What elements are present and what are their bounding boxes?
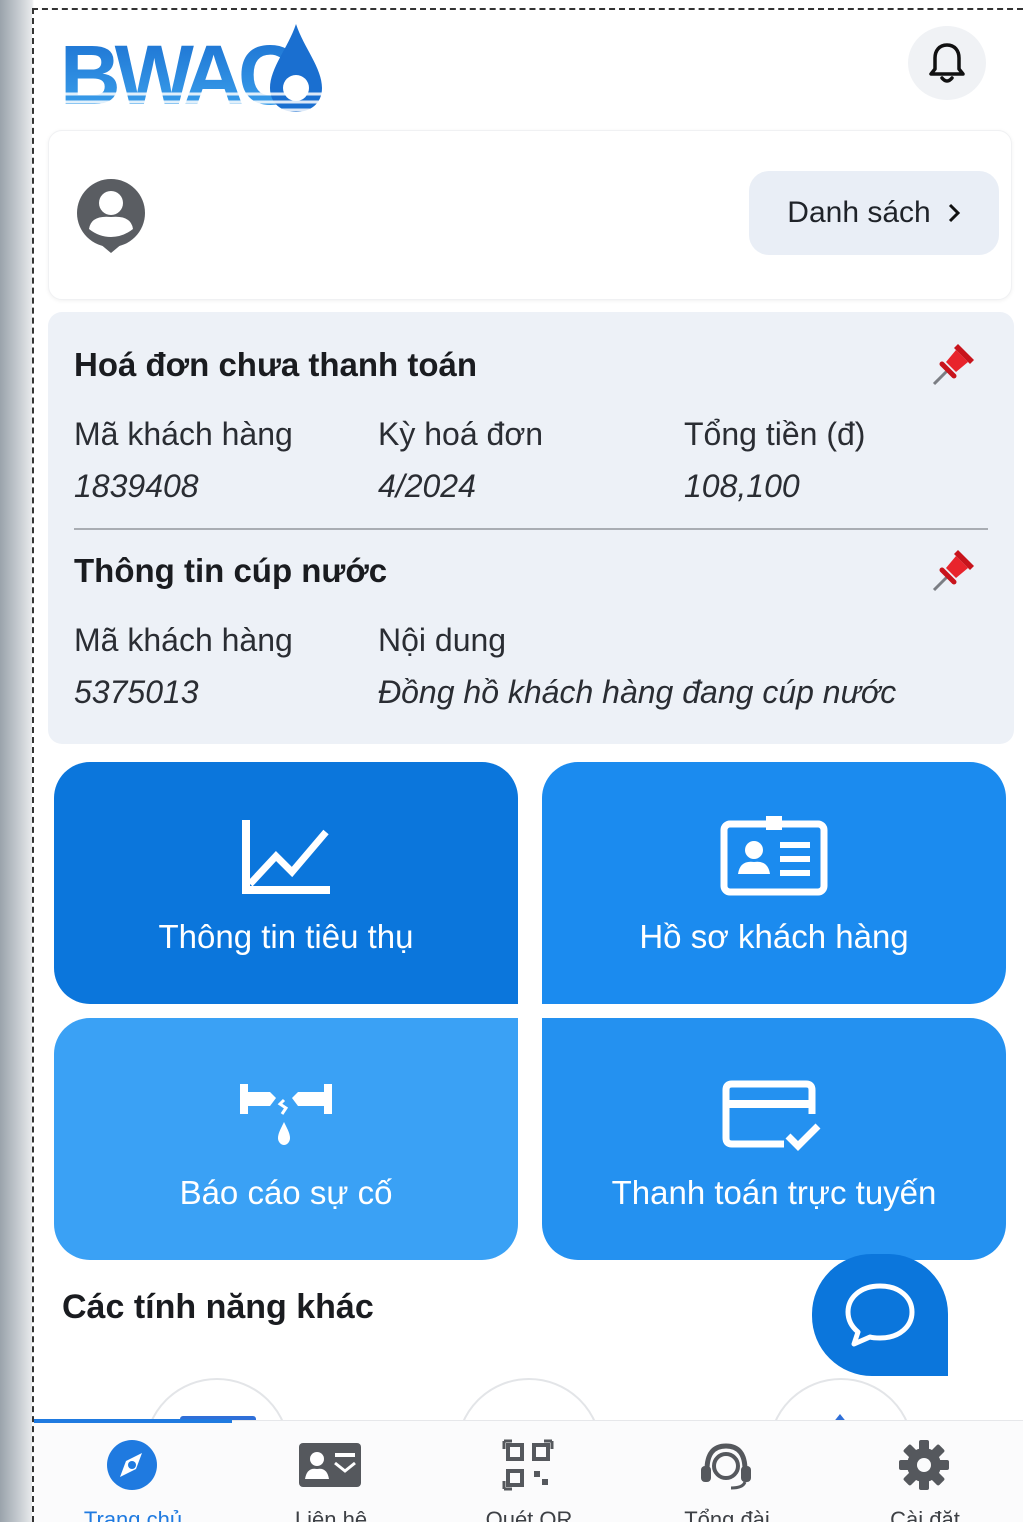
- tile-label: Báo cáo sự cố: [179, 1174, 393, 1211]
- pin-icon[interactable]: [928, 546, 978, 596]
- gear-icon: [890, 1435, 958, 1495]
- nav-label: Tổng đài: [684, 1507, 770, 1522]
- bill-period-value: 4/2024: [378, 468, 476, 504]
- headset-icon: [692, 1435, 760, 1495]
- nav-contact[interactable]: Liên hệ: [232, 1421, 430, 1522]
- account-list-button[interactable]: Danh sách: [749, 171, 999, 255]
- cut-customer-code-value: 5375013: [74, 674, 199, 710]
- divider: [74, 528, 988, 530]
- chevron-right-icon: [948, 203, 960, 223]
- consumption-info-tile[interactable]: Thông tin tiêu thụ: [54, 762, 518, 1004]
- bill-customer-code-value: 1839408: [74, 468, 199, 504]
- id-card-icon: [720, 816, 828, 896]
- pin-icon[interactable]: [928, 340, 978, 390]
- compass-icon: [98, 1435, 166, 1495]
- customer-profile-tile[interactable]: Hồ sơ khách hàng: [542, 762, 1006, 1004]
- nav-hotline[interactable]: Tổng đài: [628, 1421, 826, 1522]
- app-screen: BWAC Danh sách Hoá đơn chưa thanh toán M…: [32, 8, 1023, 1522]
- tile-label: Hồ sơ khách hàng: [639, 918, 909, 955]
- contact-card-icon: [296, 1435, 364, 1495]
- bill-total-value: 108,100: [684, 468, 800, 504]
- info-panel: Hoá đơn chưa thanh toán Mã khách hàng 18…: [48, 312, 1014, 744]
- nav-home[interactable]: Trang chủ: [34, 1421, 232, 1522]
- qr-code-icon: [494, 1435, 562, 1495]
- cut-content-value: Đồng hồ khách hàng đang cúp nước: [378, 674, 897, 710]
- notification-button[interactable]: [908, 26, 986, 100]
- svg-text:BWAC: BWAC: [60, 28, 297, 118]
- nav-label: Cài đặt: [890, 1507, 960, 1522]
- nav-scan-qr[interactable]: Quét QR: [430, 1421, 628, 1522]
- card-check-icon: [722, 1080, 821, 1151]
- bwaco-logo: BWAC: [58, 18, 328, 122]
- incident-report-tile[interactable]: Báo cáo sự cố: [54, 1018, 518, 1260]
- water-cut-title: Thông tin cúp nước: [74, 552, 388, 589]
- account-list-label: Danh sách: [787, 196, 931, 229]
- bill-period-label: Kỳ hoá đơn: [378, 416, 544, 452]
- account-card: Danh sách: [48, 130, 1012, 300]
- user-avatar-icon[interactable]: [73, 179, 149, 255]
- unpaid-bill-title: Hoá đơn chưa thanh toán: [74, 346, 478, 383]
- nav-label: Quét QR: [485, 1507, 573, 1522]
- chat-bubble-icon: [845, 1283, 915, 1347]
- nav-settings[interactable]: Cài đặt: [826, 1421, 1023, 1522]
- bottom-navigation: Trang chủ Liên hệ Quét QR Tổng đài Cài đ…: [34, 1419, 1023, 1522]
- tile-label: Thông tin tiêu thụ: [158, 918, 414, 955]
- bill-total-label: Tổng tiền (đ): [684, 416, 866, 452]
- cut-content-label: Nội dung: [378, 622, 507, 658]
- line-chart-icon: [242, 820, 330, 894]
- bell-icon: [929, 43, 965, 83]
- online-payment-tile[interactable]: Thanh toán trực tuyến: [542, 1018, 1006, 1260]
- nav-label: Liên hệ: [294, 1507, 368, 1522]
- other-features-title: Các tính năng khác: [62, 1288, 374, 1326]
- chat-button[interactable]: [812, 1254, 948, 1376]
- tile-label: Thanh toán trực tuyến: [611, 1174, 937, 1211]
- cut-customer-code-label: Mã khách hàng: [74, 622, 293, 658]
- leaking-pipe-icon: [240, 1084, 332, 1145]
- nav-label: Trang chủ: [83, 1507, 183, 1522]
- bill-customer-code-label: Mã khách hàng: [74, 416, 293, 452]
